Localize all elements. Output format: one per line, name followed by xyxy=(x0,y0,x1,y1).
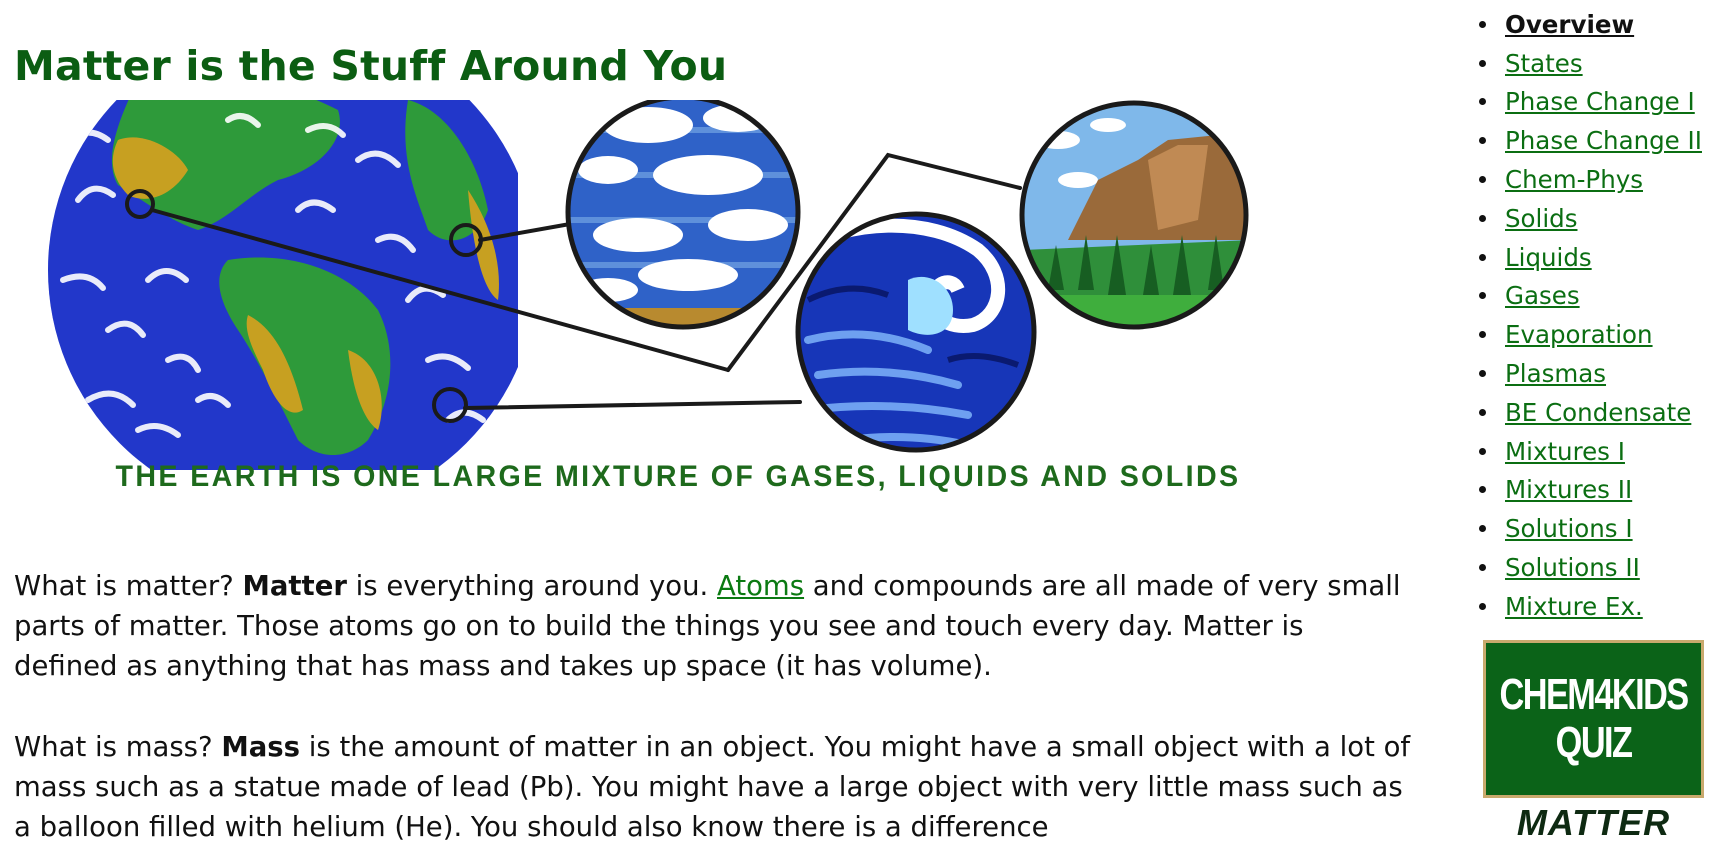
bullet-icon xyxy=(1479,214,1486,222)
sidebar-link[interactable]: BE Condensate xyxy=(1505,398,1691,427)
mass-paragraph: What is mass? Mass is the amount of matt… xyxy=(14,727,1414,847)
sidebar-link[interactable]: Chem-Phys xyxy=(1505,165,1643,194)
bullet-icon xyxy=(1479,137,1486,145)
sidebar-item-evaporation[interactable]: Evaporation xyxy=(1470,315,1702,354)
quiz-line-1: CHEM4KIDS xyxy=(1499,670,1689,719)
sidebar-item-liquids[interactable]: Liquids xyxy=(1470,238,1702,277)
bullet-icon xyxy=(1479,253,1486,261)
sidebar-link[interactable]: Mixture Ex. xyxy=(1505,592,1643,621)
bullet-icon xyxy=(1479,486,1486,494)
bullet-icon xyxy=(1479,98,1486,106)
sidebar-item-states[interactable]: States xyxy=(1470,44,1702,83)
bullet-icon xyxy=(1479,292,1486,300)
sidebar-item-mixtures-i[interactable]: Mixtures I xyxy=(1470,432,1702,471)
sidebar-link[interactable]: Evaporation xyxy=(1505,320,1653,349)
sidebar-item-phase-change-ii[interactable]: Phase Change II xyxy=(1470,121,1702,160)
sidebar-item-mixture-ex[interactable]: Mixture Ex. xyxy=(1470,587,1702,626)
quiz-banner[interactable]: CHEM4KIDS QUIZ MATTER xyxy=(1483,640,1708,843)
bullet-icon xyxy=(1479,408,1486,416)
sidebar-item-solutions-ii[interactable]: Solutions II xyxy=(1470,548,1702,587)
sidebar-item-phase-change-i[interactable]: Phase Change I xyxy=(1470,83,1702,122)
earth-globe xyxy=(48,100,518,470)
sidebar-link[interactable]: Phase Change I xyxy=(1505,87,1695,116)
sidebar-link[interactable]: Solutions II xyxy=(1505,553,1640,582)
quiz-line-2: QUIZ xyxy=(1555,718,1633,767)
earth-mixture-illustration: THE EARTH IS ONE LARGE MIXTURE OF GASES,… xyxy=(48,100,1249,493)
hero-caption: THE EARTH IS ONE LARGE MIXTURE OF GASES,… xyxy=(116,460,1241,493)
bullet-icon xyxy=(1479,525,1486,533)
p1-term: Matter xyxy=(242,570,347,602)
sidebar-link[interactable]: Solids xyxy=(1505,204,1577,233)
quiz-logo[interactable]: CHEM4KIDS QUIZ xyxy=(1483,640,1704,798)
atoms-link[interactable]: Atoms xyxy=(717,570,804,602)
p2-lead: What is mass? xyxy=(14,731,222,763)
bullet-icon xyxy=(1479,602,1486,610)
bullet-icon xyxy=(1479,564,1486,572)
sidebar-nav: Overview States Phase Change I Phase Change… xyxy=(1470,5,1702,626)
quiz-subtitle: MATTER xyxy=(1516,802,1671,843)
p1-mid: is everything around you. xyxy=(346,570,717,602)
p2-term: Mass xyxy=(221,731,301,763)
sidebar-item-chem-phys[interactable]: Chem-Phys xyxy=(1470,160,1702,199)
sidebar-item-solids[interactable]: Solids xyxy=(1470,199,1702,238)
sidebar-link[interactable]: Liquids xyxy=(1505,243,1592,272)
bullet-icon xyxy=(1479,20,1486,28)
sidebar-item-solutions-i[interactable]: Solutions I xyxy=(1470,509,1702,548)
bullet-icon xyxy=(1479,370,1486,378)
sidebar-item-overview[interactable]: Overview xyxy=(1470,5,1702,44)
bullet-icon xyxy=(1479,331,1486,339)
sidebar-link[interactable]: Plasmas xyxy=(1505,359,1606,388)
sidebar-link[interactable]: Solutions I xyxy=(1505,514,1633,543)
bullet-icon xyxy=(1479,176,1486,184)
bullet-icon xyxy=(1479,59,1486,67)
bullet-icon xyxy=(1479,447,1486,455)
sidebar-item-plasmas[interactable]: Plasmas xyxy=(1470,354,1702,393)
sidebar-link[interactable]: Phase Change II xyxy=(1505,126,1702,155)
sidebar-link[interactable]: Mixtures I xyxy=(1505,437,1625,466)
sidebar-link[interactable]: Mixtures II xyxy=(1505,475,1632,504)
sidebar-item-be-condensate[interactable]: BE Condensate xyxy=(1470,393,1702,432)
page-title: Matter is the Stuff Around You xyxy=(14,42,728,90)
sidebar-link[interactable]: States xyxy=(1505,49,1583,78)
sidebar-link[interactable]: Overview xyxy=(1505,10,1634,39)
sidebar-item-mixtures-ii[interactable]: Mixtures II xyxy=(1470,471,1702,510)
p1-lead: What is matter? xyxy=(14,570,243,602)
sidebar-link[interactable]: Gases xyxy=(1505,281,1580,310)
matter-paragraph: What is matter? Matter is everything aro… xyxy=(14,566,1414,686)
sidebar-item-gases[interactable]: Gases xyxy=(1470,277,1702,316)
